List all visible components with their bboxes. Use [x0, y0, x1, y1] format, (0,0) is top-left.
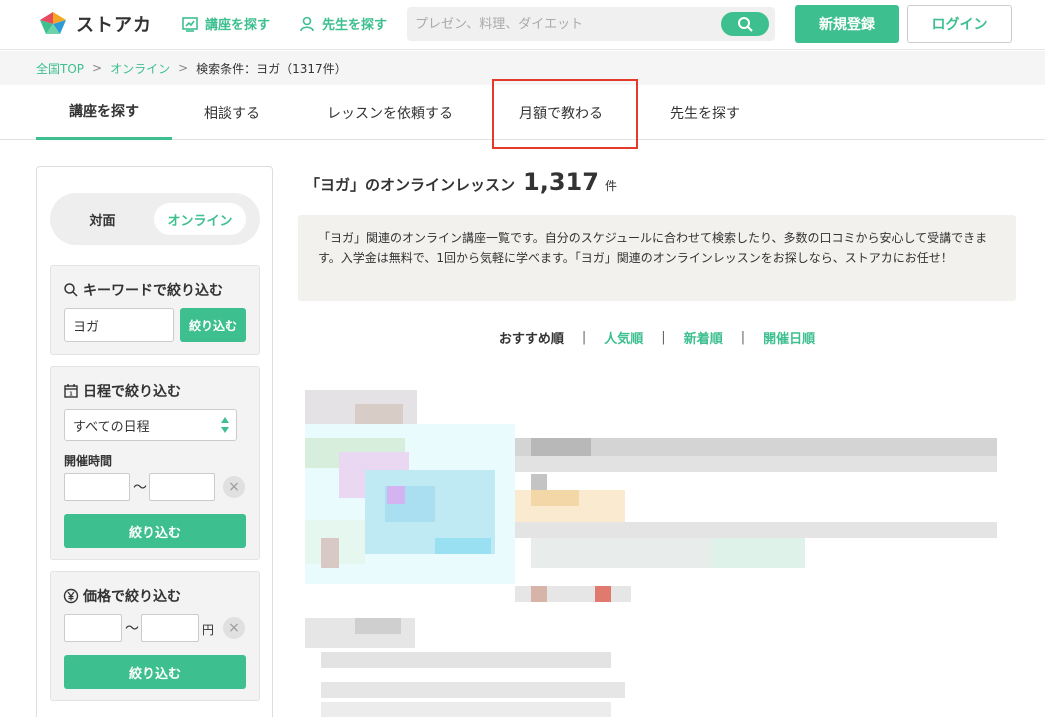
price-max-input[interactable]: [141, 614, 199, 642]
result-heading: 「ヨガ」のオンラインレッスン 1,317 件: [305, 168, 617, 196]
schedule-select-value: すべての日程: [73, 419, 150, 435]
tab-request-lesson[interactable]: レッスンを依頼する: [300, 85, 480, 140]
keyword-filter-title: キーワードで絞り込む: [63, 280, 223, 300]
result-count-unit: 件: [604, 179, 617, 193]
search-icon: [738, 17, 753, 32]
title-text-blurred: [531, 438, 591, 456]
category-description: 「ヨガ」関連のオンライン講座一覧です。自分のスケジュールに合わせて検索したり、多…: [298, 215, 1016, 301]
schedule-apply-button[interactable]: 絞り込む: [64, 514, 246, 548]
sort-separator: |: [740, 330, 746, 345]
price-text-blurred: [595, 586, 611, 602]
sort-popular[interactable]: 人気順: [604, 328, 643, 347]
avatar-blurred: [531, 490, 579, 506]
keyword-filter-label: キーワードで絞り込む: [83, 283, 223, 299]
price-clear-button[interactable]: ×: [223, 617, 245, 639]
register-button[interactable]: 新規登録: [795, 5, 899, 43]
schedule-filter-label: 日程で絞り込む: [83, 384, 181, 400]
close-icon: ×: [228, 479, 240, 495]
meta-text-blurred: [711, 538, 805, 568]
price-filter-panel: 価格で絞り込む 〜 円 × 絞り込む: [50, 571, 260, 701]
tab-consult[interactable]: 相談する: [172, 85, 292, 140]
mode-toggle: 対面 オンライン: [50, 193, 260, 245]
close-icon: ×: [228, 620, 240, 636]
keyword-apply-button[interactable]: 絞り込む: [180, 308, 246, 342]
course-icon: [182, 16, 198, 32]
price-min-input[interactable]: [64, 614, 122, 642]
search-button[interactable]: [721, 12, 769, 36]
select-arrows-icon: [221, 417, 229, 433]
time-start-input[interactable]: [64, 473, 130, 501]
time-tilde: 〜: [133, 480, 147, 496]
nav-find-teachers[interactable]: 先生を探す: [298, 14, 387, 33]
keyword-filter-panel: キーワードで絞り込む ヨガ 絞り込む: [50, 265, 260, 355]
site-header: ストアカ 講座を探す 先生を探す 新規登録 ログイン: [0, 0, 1045, 50]
toggle-offline[interactable]: 対面: [50, 193, 155, 245]
sort-date[interactable]: 開催日順: [763, 328, 815, 347]
tab-find-teachers[interactable]: 先生を探す: [640, 85, 770, 140]
price-unit: 円: [202, 623, 215, 637]
date-text-blurred: [355, 618, 401, 634]
breadcrumb-separator: >: [92, 61, 103, 75]
time-clear-button[interactable]: ×: [223, 476, 245, 498]
schedule-text-blurred: [321, 652, 611, 668]
title-text-blurred: [515, 456, 997, 472]
nav-find-courses[interactable]: 講座を探す: [181, 14, 270, 33]
title-text-blurred: [531, 474, 547, 490]
calendar-icon: 1: [64, 384, 78, 398]
time-end-input[interactable]: [149, 473, 215, 501]
thumbnail-pixel: [321, 538, 339, 568]
logo-icon: [36, 10, 70, 38]
svg-text:1: 1: [69, 392, 73, 398]
schedule-text-blurred: [321, 682, 625, 698]
nav-find-teachers-label: 先生を探す: [322, 18, 388, 33]
result-count: 1,317: [523, 168, 599, 196]
thumbnail-pixel: [355, 404, 403, 424]
logo-text: ストアカ: [76, 15, 152, 36]
schedule-filter-panel: 1 日程で絞り込む すべての日程 開催時間 〜 × 絞り込む: [50, 366, 260, 560]
schedule-filter-title: 1 日程で絞り込む: [63, 381, 181, 401]
sort-separator: |: [581, 330, 587, 345]
schedule-select[interactable]: すべての日程: [64, 409, 237, 441]
search-bar: [407, 7, 775, 41]
thumbnail-pixel: [387, 486, 405, 504]
breadcrumb-link-online[interactable]: オンライン: [110, 60, 170, 77]
search-icon: [64, 283, 78, 297]
thumbnail-pixel: [435, 538, 491, 554]
schedule-text-blurred: [321, 702, 611, 717]
logo[interactable]: ストアカ: [36, 10, 152, 38]
person-icon: [300, 16, 314, 31]
listing-card-blurred[interactable]: [305, 390, 1015, 717]
price-text-blurred: [531, 586, 547, 602]
time-label: 開催時間: [64, 454, 113, 468]
price-filter-label: 価格で絞り込む: [83, 589, 181, 605]
price-apply-button[interactable]: 絞り込む: [64, 655, 246, 689]
price-tilde: 〜: [125, 621, 139, 637]
sort-recommended[interactable]: おすすめ順: [499, 328, 564, 347]
teacher-text-blurred: [515, 522, 997, 538]
keyword-input[interactable]: ヨガ: [64, 308, 174, 342]
login-button[interactable]: ログイン: [907, 5, 1012, 43]
search-input[interactable]: [415, 7, 715, 41]
breadcrumb-current: 検索条件：ヨガ（1317件）: [196, 61, 347, 76]
filter-sidebar: 対面 オンライン キーワードで絞り込む ヨガ 絞り込む 1 日程で絞り込む すべ…: [36, 166, 273, 717]
yen-icon: [63, 588, 79, 604]
tab-find-courses[interactable]: 講座を探す: [36, 85, 172, 140]
sort-options: おすすめ順 | 人気順 | 新着順 | 開催日順: [298, 328, 1016, 347]
nav-find-courses-label: 講座を探す: [205, 18, 271, 33]
sort-separator: |: [661, 330, 666, 345]
breadcrumb-link-top[interactable]: 全国TOP: [36, 60, 84, 77]
sort-newest[interactable]: 新着順: [684, 328, 723, 347]
breadcrumb-separator: >: [178, 61, 189, 75]
price-filter-title: 価格で絞り込む: [63, 586, 181, 606]
result-title: 「ヨガ」のオンラインレッスン: [305, 176, 516, 194]
toggle-online[interactable]: オンライン: [154, 203, 246, 235]
highlight-annotation: [492, 79, 638, 149]
